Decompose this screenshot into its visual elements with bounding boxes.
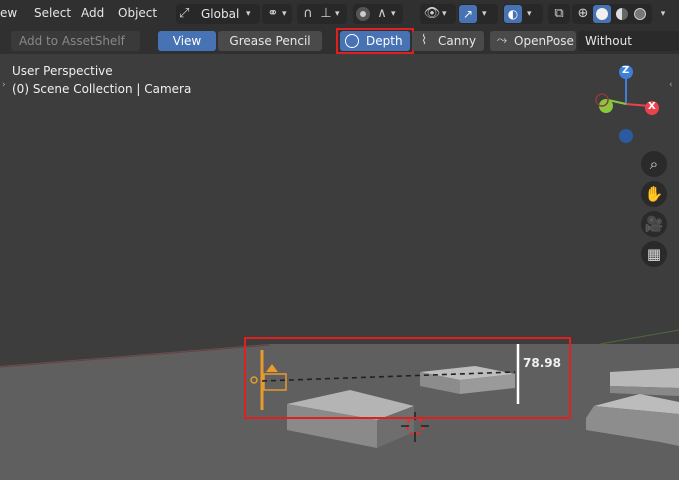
chevron-down-icon: ▾	[527, 9, 532, 19]
menu-object[interactable]: Object	[118, 6, 157, 20]
solid-shading-button[interactable]	[593, 5, 611, 23]
proportional-icon	[356, 7, 370, 21]
orientation-label: Global	[201, 7, 240, 21]
canny-button[interactable]: ⌇ Canny	[412, 31, 484, 51]
add-to-asset-shelf-button[interactable]: Add to AssetShelf	[11, 31, 140, 51]
perspective-label: User Perspective	[12, 64, 113, 78]
sidebar-expand-icon[interactable]: ‹	[669, 80, 673, 90]
chevron-down-icon: ▾	[391, 9, 396, 19]
xray-toggle[interactable]: ⧉	[548, 4, 570, 24]
transform-orientation-dropdown[interactable]: ⤢ Global ▾	[176, 4, 260, 24]
gizmo-icon: ↗	[459, 5, 477, 23]
depth-button[interactable]: Depth	[340, 31, 410, 51]
xray-icon: ⧉	[554, 6, 564, 21]
collection-label: (0) Scene Collection | Camera	[12, 82, 192, 96]
openpose-label: OpenPose	[514, 34, 574, 48]
gizmo-x-label: X	[648, 101, 656, 112]
pivot-icon: ⚭	[267, 6, 279, 21]
snap-toggle[interactable]: ∩ ⊥ ▾	[297, 4, 347, 24]
menu-view[interactable]: ew	[0, 6, 17, 20]
chevron-down-icon[interactable]: ▾	[656, 4, 670, 24]
depth-label: Depth	[366, 34, 403, 48]
without-camera-button[interactable]: Without Camera	[578, 31, 679, 68]
grease-pencil-button[interactable]: Grease Pencil	[218, 31, 322, 51]
overlays-icon: ◐	[504, 5, 522, 23]
gizmo-neg-z-handle	[619, 129, 633, 143]
openpose-button[interactable]: ⤳ OpenPose	[490, 31, 576, 51]
eye-icon: 👁	[423, 6, 441, 21]
openpose-icon: ⤳	[496, 33, 508, 48]
shading-mode-group: ⊕	[572, 4, 652, 24]
pivot-point-dropdown[interactable]: ⚭ ▾	[262, 4, 292, 24]
falloff-icon: ∧	[377, 6, 387, 21]
chevron-down-icon: ▾	[335, 9, 340, 19]
menu-add[interactable]: Add	[81, 6, 104, 20]
proportional-editing-toggle[interactable]: ∧ ▾	[353, 4, 403, 24]
orientation-icon: ⤢	[179, 6, 190, 21]
material-shading-icon[interactable]	[616, 8, 628, 20]
grid-perspective-icon[interactable]: ▦	[641, 241, 667, 267]
chevron-down-icon: ▾	[442, 9, 447, 19]
chevron-down-icon: ▾	[282, 9, 287, 19]
view-button[interactable]: View	[158, 31, 216, 51]
solid-shading-icon	[596, 8, 608, 20]
gizmo-dropdown[interactable]: ↗ ▾	[458, 4, 498, 24]
depth-icon	[345, 34, 359, 48]
canny-icon: ⌇	[420, 33, 428, 48]
chevron-down-icon: ▾	[482, 9, 487, 19]
canny-label: Canny	[438, 34, 477, 48]
visibility-dropdown[interactable]: 👁 ▾	[420, 4, 456, 24]
camera-view-icon[interactable]: 🎥	[641, 211, 667, 237]
magnet-icon: ∩	[303, 6, 313, 21]
measure-highlight-box	[244, 337, 571, 419]
snap-increment-icon: ⊥	[320, 6, 332, 21]
pan-hand-icon[interactable]: ✋	[641, 181, 667, 207]
zoom-icon[interactable]: ⌕	[641, 151, 667, 177]
toolbar-expand-icon[interactable]: ›	[2, 80, 6, 90]
y-axis-line	[599, 329, 679, 345]
rendered-shading-icon[interactable]	[634, 8, 646, 20]
menu-select[interactable]: Select	[34, 6, 71, 20]
wireframe-shading-icon[interactable]: ⊕	[574, 4, 592, 24]
overlays-dropdown[interactable]: ◐ ▾	[503, 4, 543, 24]
gizmo-z-label: Z	[622, 65, 630, 76]
chevron-down-icon: ▾	[246, 9, 251, 19]
